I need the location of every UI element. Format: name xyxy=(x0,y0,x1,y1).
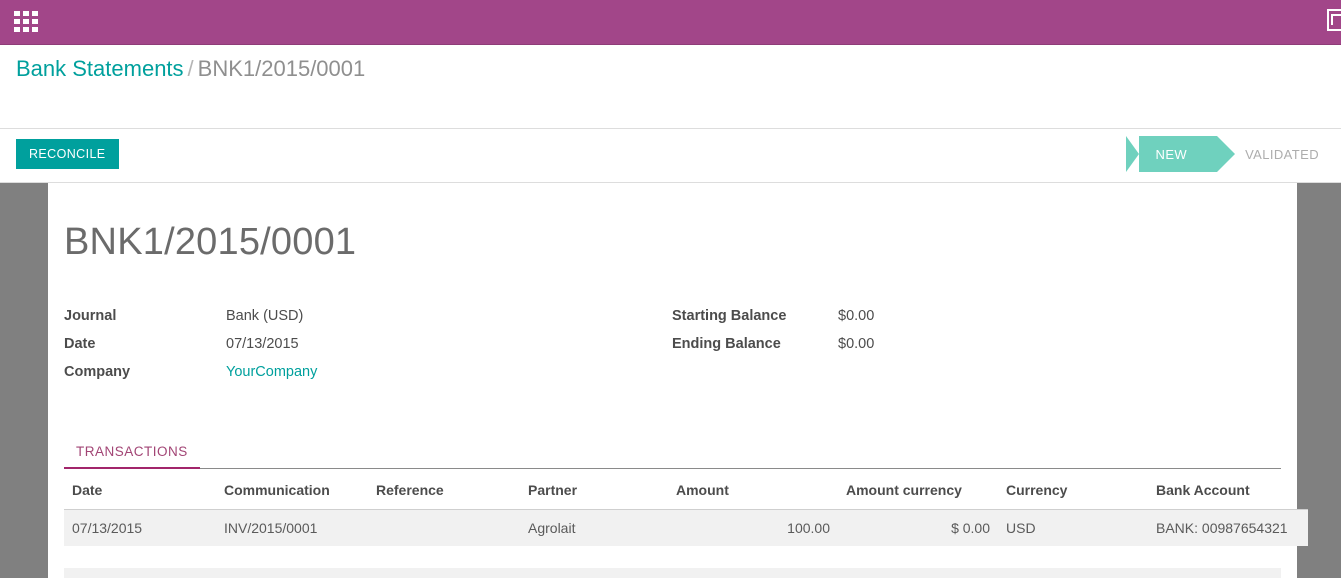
notebook: TRANSACTIONS Date Communication Referenc… xyxy=(64,440,1281,546)
field-date: Date 07/13/2015 xyxy=(64,336,317,364)
transactions-table: Date Communication Reference Partner Amo… xyxy=(64,469,1308,546)
field-journal: Journal Bank (USD) xyxy=(64,308,317,336)
cell-date: 07/13/2015 xyxy=(64,510,216,547)
cell-bank-account: BANK: 00987654321 xyxy=(1148,510,1308,547)
form-column-right: Starting Balance $0.00 Ending Balance $0… xyxy=(672,308,874,364)
form-column-left: Journal Bank (USD) Date 07/13/2015 Compa… xyxy=(64,308,317,392)
field-date-label: Date xyxy=(64,336,226,352)
apps-grid-icon[interactable] xyxy=(14,11,38,34)
field-starting-balance: Starting Balance $0.00 xyxy=(672,308,874,336)
breadcrumb-current: BNK1/2015/0001 xyxy=(198,56,366,81)
field-journal-value[interactable]: Bank (USD) xyxy=(226,308,303,324)
table-row[interactable]: 07/13/2015 INV/2015/0001 Agrolait 100.00… xyxy=(64,510,1308,547)
column-header-bank-account[interactable]: Bank Account xyxy=(1148,469,1308,510)
column-header-reference[interactable]: Reference xyxy=(368,469,520,510)
breadcrumb-separator: / xyxy=(184,56,198,81)
field-journal-label: Journal xyxy=(64,308,226,324)
form-fields: Journal Bank (USD) Date 07/13/2015 Compa… xyxy=(48,308,1297,408)
top-navbar xyxy=(0,0,1341,45)
column-header-date[interactable]: Date xyxy=(64,469,216,510)
status-step-validated[interactable]: VALIDATED xyxy=(1217,136,1341,172)
form-background: BNK1/2015/0001 Journal Bank (USD) Date 0… xyxy=(0,183,1341,578)
status-bar: NEW VALIDATED xyxy=(1126,136,1341,172)
status-step-new[interactable]: NEW xyxy=(1126,136,1218,172)
tab-transactions[interactable]: TRANSACTIONS xyxy=(64,440,200,469)
table-spacer xyxy=(48,546,1297,568)
cell-amount-currency: $ 0.00 xyxy=(838,510,998,547)
panel-corner-icon[interactable] xyxy=(1327,9,1341,31)
cell-partner: Agrolait xyxy=(520,510,668,547)
reconcile-button[interactable]: RECONCILE xyxy=(16,139,119,169)
page-title: BNK1/2015/0001 xyxy=(64,221,1297,264)
breadcrumb-parent-link[interactable]: Bank Statements xyxy=(16,56,184,81)
field-ending-balance: Ending Balance $0.00 xyxy=(672,336,874,364)
table-footer-row xyxy=(64,568,1281,578)
control-panel: Bank Statements/BNK1/2015/0001 EDIT CREA… xyxy=(0,45,1341,129)
tab-bar: TRANSACTIONS xyxy=(64,440,1281,469)
field-company-label: Company xyxy=(64,364,226,380)
cell-communication: INV/2015/0001 xyxy=(216,510,368,547)
field-company-value[interactable]: YourCompany xyxy=(226,364,317,380)
field-date-value[interactable]: 07/13/2015 xyxy=(226,336,299,352)
field-ending-balance-label: Ending Balance xyxy=(672,336,838,352)
cell-currency: USD xyxy=(998,510,1148,547)
tab-transactions-label: TRANSACTIONS xyxy=(76,444,188,459)
breadcrumb: Bank Statements/BNK1/2015/0001 xyxy=(16,56,365,82)
status-step-validated-label: VALIDATED xyxy=(1245,147,1319,162)
table-header-row: Date Communication Reference Partner Amo… xyxy=(64,469,1308,510)
field-company: Company YourCompany xyxy=(64,364,317,392)
cell-amount: 100.00 xyxy=(668,510,838,547)
column-header-amount[interactable]: Amount xyxy=(668,469,838,510)
status-step-new-label: NEW xyxy=(1156,147,1188,162)
statusbar-row: RECONCILE NEW VALIDATED xyxy=(0,129,1341,183)
field-ending-balance-value[interactable]: $0.00 xyxy=(838,336,874,352)
cell-reference xyxy=(368,510,520,547)
form-sheet: BNK1/2015/0001 Journal Bank (USD) Date 0… xyxy=(48,183,1297,578)
field-starting-balance-value[interactable]: $0.00 xyxy=(838,308,874,324)
column-header-communication[interactable]: Communication xyxy=(216,469,368,510)
column-header-amount-currency[interactable]: Amount currency xyxy=(838,469,998,510)
column-header-partner[interactable]: Partner xyxy=(520,469,668,510)
field-starting-balance-label: Starting Balance xyxy=(672,308,838,324)
column-header-currency[interactable]: Currency xyxy=(998,469,1148,510)
